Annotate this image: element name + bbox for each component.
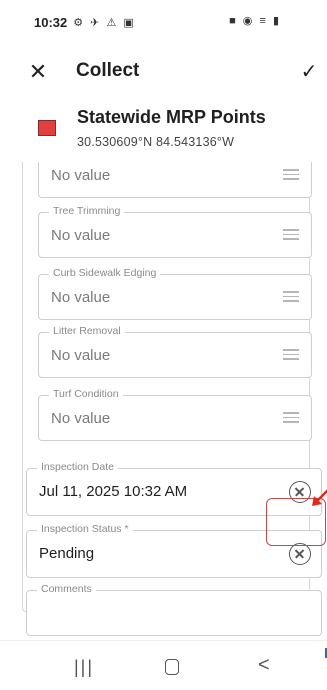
page-title: Collect <box>76 60 140 81</box>
arrow-icon <box>312 489 327 506</box>
layer-header: Statewide MRP Points 30.530609°N 84.5431… <box>0 100 327 160</box>
field-litter-removal[interactable]: Litter Removal No value <box>38 325 312 378</box>
list-icon[interactable] <box>283 412 299 424</box>
field-tree-trimming[interactable]: Tree Trimming No value <box>38 205 312 258</box>
home-icon[interactable] <box>165 659 179 675</box>
close-icon[interactable]: ✕ <box>26 58 50 86</box>
system-nav-bar: ||| < <box>0 640 327 690</box>
recents-icon[interactable]: ||| <box>74 657 94 678</box>
field-value: Jul 11, 2025 10:32 AM <box>39 483 188 500</box>
field-previous[interactable]: No value <box>38 162 312 198</box>
status-bar: 10:32 ⚙ ✈ ⚠ ▣ ■ ◉ ≡ ▮ <box>0 0 327 44</box>
field-value: No value <box>51 289 111 306</box>
form-scroll-area[interactable]: No value Tree Trimming No value Curb Sid… <box>0 162 327 640</box>
field-curb-sidewalk-edging[interactable]: Curb Sidewalk Edging No value <box>38 267 312 320</box>
field-label: Tree Trimming <box>49 205 125 217</box>
field-label: Inspection Date <box>37 461 118 473</box>
layer-symbol-icon <box>38 120 56 136</box>
status-time: 10:32 <box>34 14 68 30</box>
list-icon[interactable] <box>283 291 299 303</box>
field-turf-condition[interactable]: Turf Condition No value <box>38 388 312 441</box>
clear-icon[interactable] <box>289 543 311 565</box>
layer-coordinates: 30.530609°N 84.543136°W <box>77 135 235 149</box>
notification-icons: ⚙ ✈ ⚠ ▣ <box>73 16 136 29</box>
comments-field[interactable]: Comments <box>26 583 322 636</box>
field-label: Curb Sidewalk Edging <box>49 267 161 279</box>
list-icon[interactable] <box>283 349 299 361</box>
field-value: No value <box>51 227 111 244</box>
back-icon[interactable]: < <box>258 654 270 677</box>
field-value: No value <box>51 410 111 427</box>
field-label: Litter Removal <box>49 325 125 337</box>
system-status-icons: ■ ◉ ≡ ▮ <box>229 15 281 27</box>
top-app-bar: ✕ Collect ✓ <box>0 52 327 92</box>
field-value: Pending <box>39 545 95 562</box>
check-icon[interactable]: ✓ <box>297 58 321 86</box>
field-value: No value <box>51 347 111 364</box>
field-value: No value <box>51 167 111 184</box>
layer-name: Statewide MRP Points <box>77 107 266 127</box>
list-icon[interactable] <box>283 169 299 181</box>
field-label: Inspection Status * <box>37 523 133 535</box>
field-label: Comments <box>37 583 96 595</box>
field-label: Turf Condition <box>49 388 123 400</box>
list-icon[interactable] <box>283 229 299 241</box>
